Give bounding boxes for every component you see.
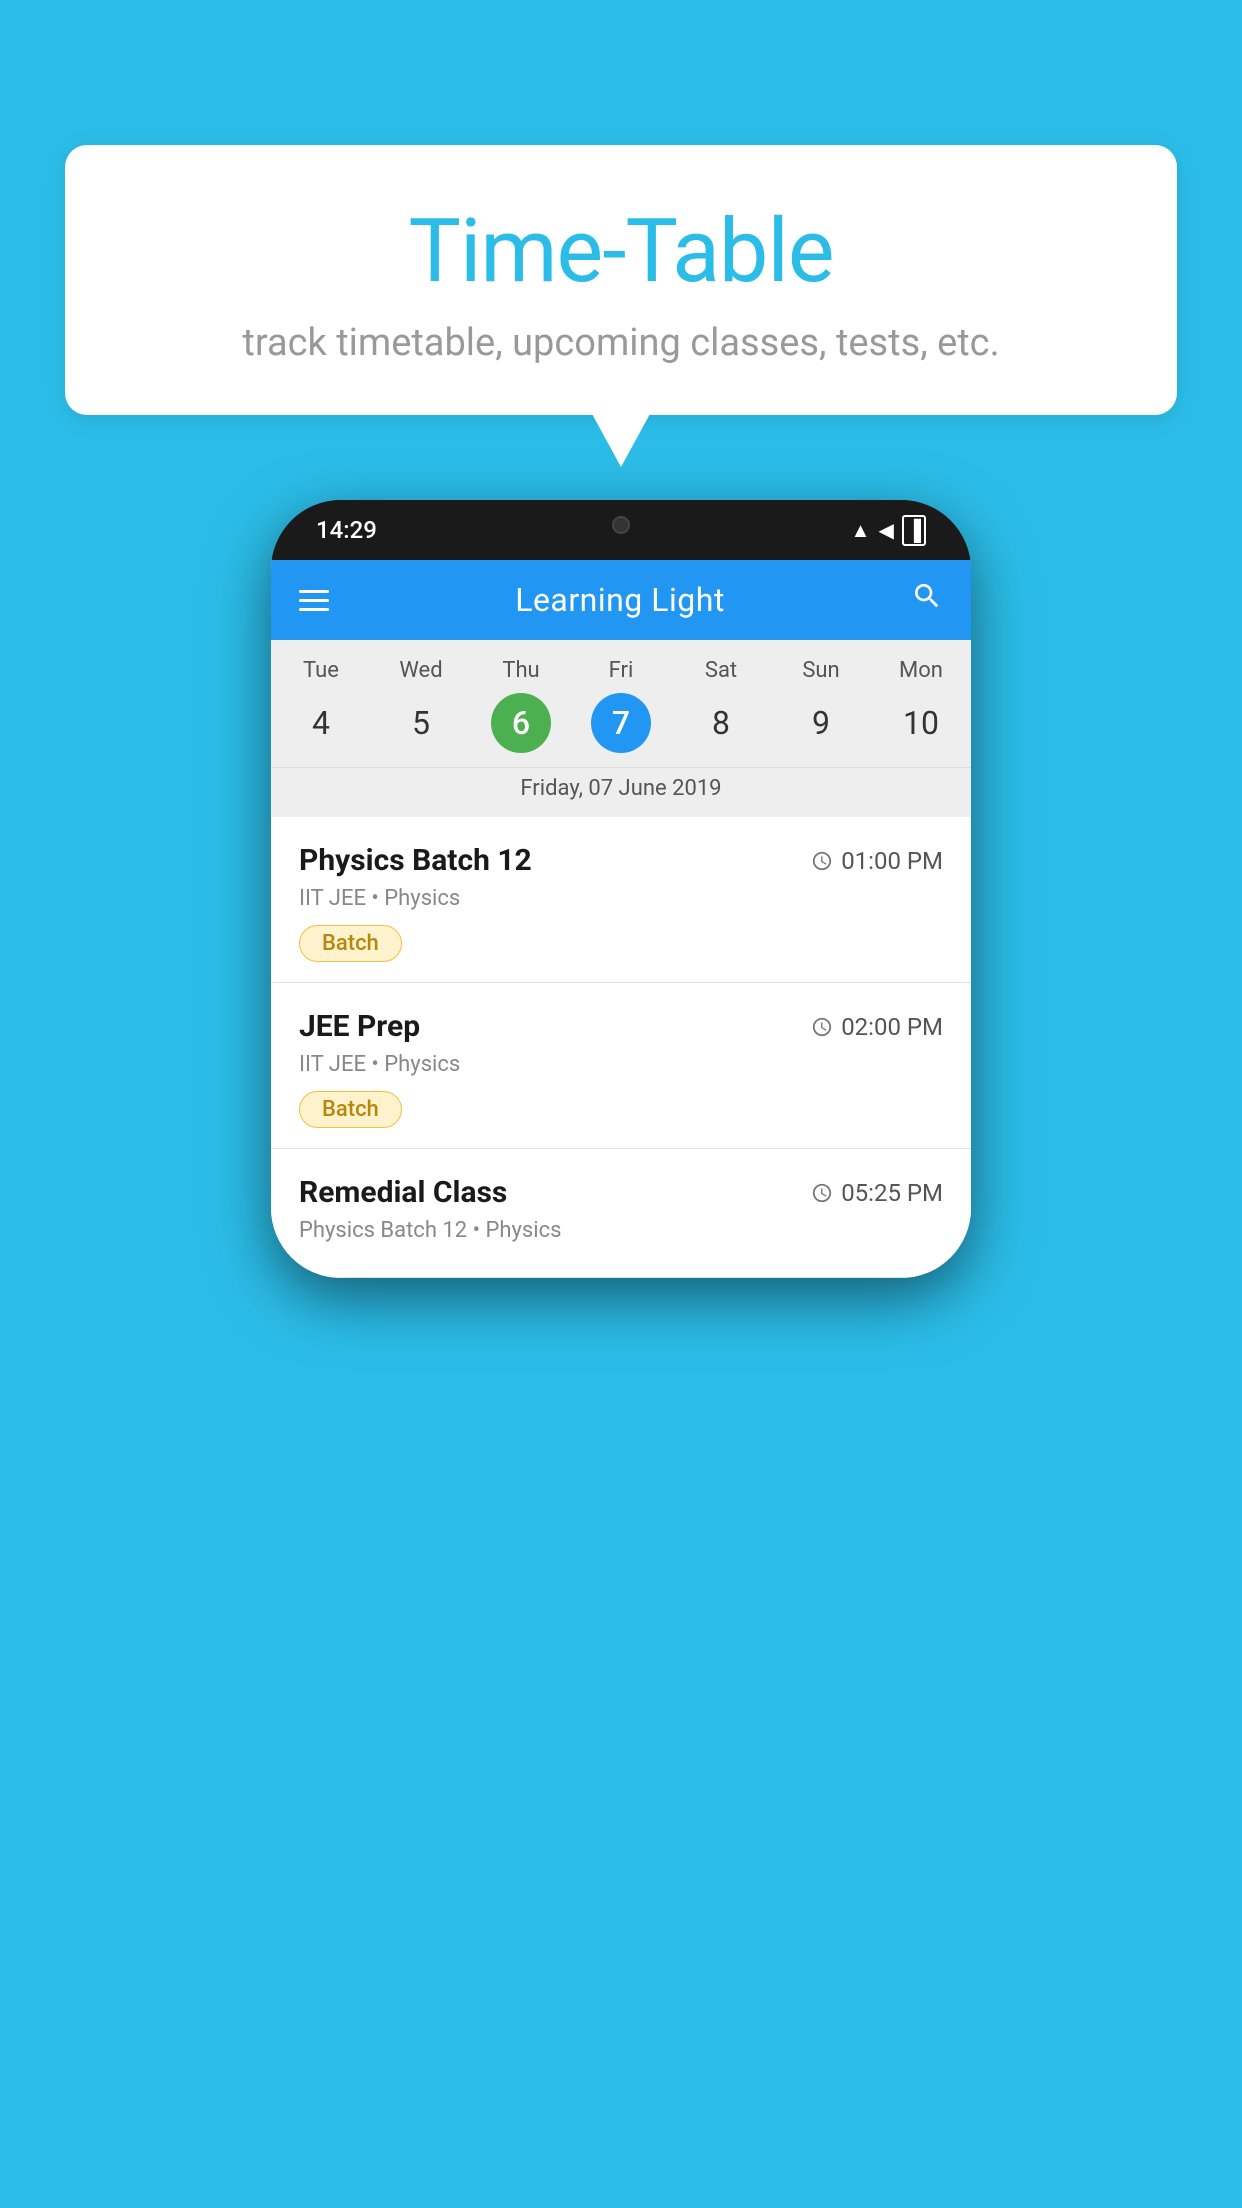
battery-icon: ▐	[902, 515, 926, 546]
schedule-item-1[interactable]: Physics Batch 12 01:00 PM IIT JEE • Phys…	[271, 817, 971, 983]
phone-notch	[541, 500, 701, 550]
day-9[interactable]: 9	[791, 693, 851, 753]
menu-line-2	[299, 599, 329, 602]
day-4[interactable]: 4	[291, 693, 351, 753]
schedule-item-3-meta: Physics Batch 12 • Physics	[299, 1218, 943, 1243]
phone-screen: Learning Light Tue Wed Thu Fri Sat Sun M…	[271, 560, 971, 1278]
schedule-item-1-meta: IIT JEE • Physics	[299, 886, 943, 911]
schedule-item-1-title: Physics Batch 12	[299, 843, 532, 878]
schedule-item-2-meta: IIT JEE • Physics	[299, 1052, 943, 1077]
day-8[interactable]: 8	[691, 693, 751, 753]
bubble-subtitle: track timetable, upcoming classes, tests…	[125, 321, 1117, 365]
search-button[interactable]	[911, 580, 943, 620]
schedule-item-3-header: Remedial Class 05:25 PM	[299, 1175, 943, 1210]
wifi-icon: ▲	[851, 518, 871, 543]
menu-line-1	[299, 590, 329, 593]
day-label-wed: Wed	[371, 658, 471, 683]
signal-icon: ◀	[878, 518, 893, 542]
schedule-item-2[interactable]: JEE Prep 02:00 PM IIT JEE • Physics Batc…	[271, 983, 971, 1149]
menu-line-3	[299, 608, 329, 611]
day-5[interactable]: 5	[391, 693, 451, 753]
clock-icon-1	[811, 850, 833, 872]
bubble-title: Time-Table	[125, 200, 1117, 303]
calendar-strip: Tue Wed Thu Fri Sat Sun Mon 4 5 6 7 8 9 …	[271, 640, 971, 817]
schedule-item-3[interactable]: Remedial Class 05:25 PM Physics Batch 12…	[271, 1149, 971, 1278]
schedule-item-2-time: 02:00 PM	[811, 1013, 943, 1041]
status-bar: 14:29 ▲ ◀ ▐	[271, 500, 971, 560]
speech-bubble-container: Time-Table track timetable, upcoming cla…	[65, 145, 1177, 415]
schedule-item-2-header: JEE Prep 02:00 PM	[299, 1009, 943, 1044]
day-label-mon: Mon	[871, 658, 971, 683]
day-label-fri: Fri	[571, 658, 671, 683]
app-title: Learning Light	[515, 581, 725, 619]
batch-badge-2: Batch	[299, 1091, 402, 1128]
day-label-tue: Tue	[271, 658, 371, 683]
day-7-selected[interactable]: 7	[591, 693, 651, 753]
day-labels: Tue Wed Thu Fri Sat Sun Mon	[271, 658, 971, 683]
schedule-item-3-title: Remedial Class	[299, 1175, 507, 1210]
day-10[interactable]: 10	[891, 693, 951, 753]
phone-wrapper: 14:29 ▲ ◀ ▐ Learning Light	[271, 500, 971, 1278]
app-header: Learning Light	[271, 560, 971, 640]
day-label-thu: Thu	[471, 658, 571, 683]
front-camera	[612, 516, 630, 534]
schedule-item-1-time: 01:00 PM	[811, 847, 943, 875]
batch-badge-1: Batch	[299, 925, 402, 962]
status-time: 14:29	[316, 516, 377, 544]
schedule-item-2-title: JEE Prep	[299, 1009, 420, 1044]
speech-bubble: Time-Table track timetable, upcoming cla…	[65, 145, 1177, 415]
day-label-sat: Sat	[671, 658, 771, 683]
schedule-item-3-time: 05:25 PM	[811, 1179, 943, 1207]
menu-button[interactable]	[299, 590, 329, 611]
day-label-sun: Sun	[771, 658, 871, 683]
clock-icon-3	[811, 1182, 833, 1204]
day-numbers: 4 5 6 7 8 9 10	[271, 693, 971, 753]
selected-date-label: Friday, 07 June 2019	[271, 767, 971, 817]
schedule-item-1-header: Physics Batch 12 01:00 PM	[299, 843, 943, 878]
status-icons: ▲ ◀ ▐	[851, 515, 926, 546]
phone-frame: 14:29 ▲ ◀ ▐ Learning Light	[271, 500, 971, 1278]
clock-icon-2	[811, 1016, 833, 1038]
schedule-list: Physics Batch 12 01:00 PM IIT JEE • Phys…	[271, 817, 971, 1278]
day-6-today[interactable]: 6	[491, 693, 551, 753]
